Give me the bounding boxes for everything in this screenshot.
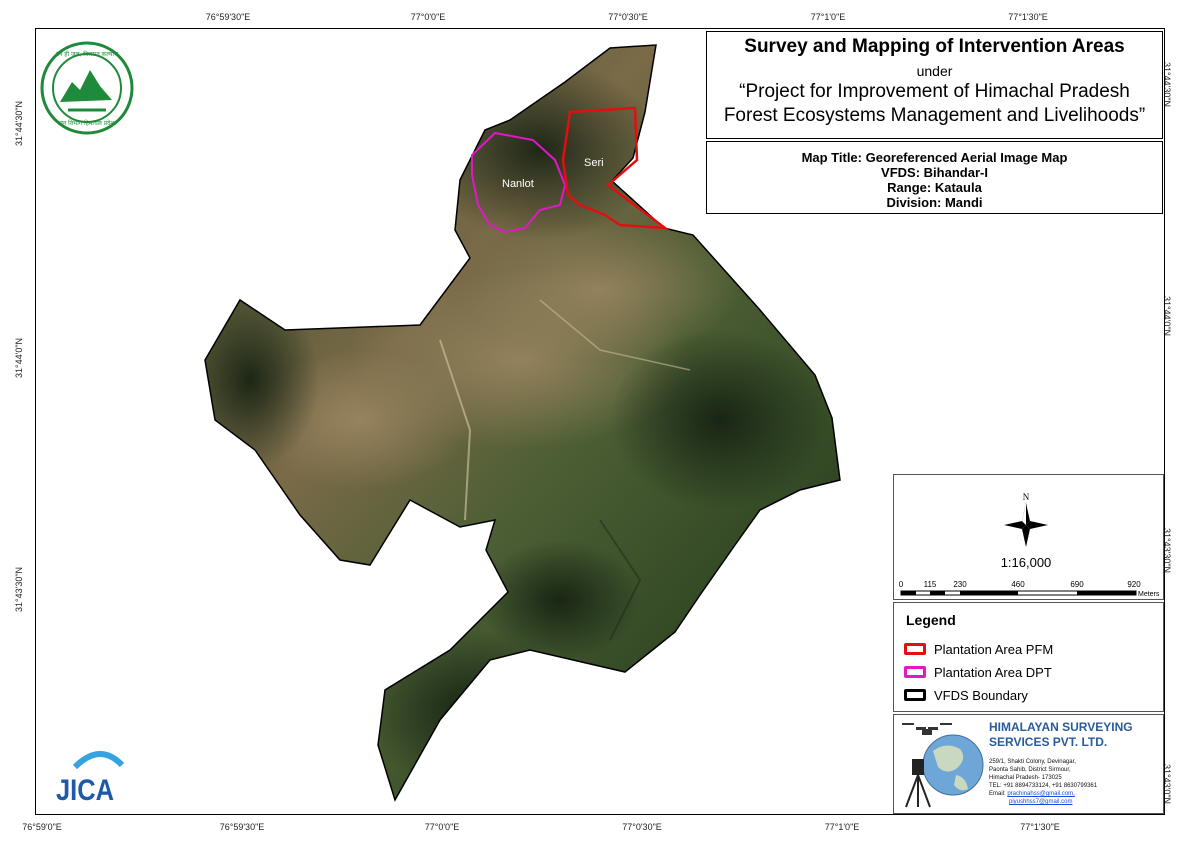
project-title-line2: Forest Ecosystems Management and Livelih…	[723, 105, 1146, 126]
north-arrow-icon	[1004, 503, 1048, 547]
legend-swatch-dpt	[904, 666, 926, 678]
scale-tick-label: 690	[1070, 580, 1084, 589]
address-line: 259/1, Shakti Colony, Devinagar,	[989, 759, 1076, 765]
email-label: Email:	[989, 791, 1008, 797]
legend-item-pfm: Plantation Area PFM	[904, 640, 1053, 658]
scale-tick-label: 115	[924, 580, 937, 589]
map-label-nanlot: Nanlot	[502, 178, 534, 190]
scale-tick-label: 230	[953, 580, 967, 589]
drone-icon	[902, 723, 952, 735]
email-link-2[interactable]: piyushhss7@gmail.com	[1009, 799, 1072, 805]
scale-box: N 1:16,000 0 115 230 460 690 920 Meters	[893, 474, 1164, 600]
title-under: under	[916, 63, 953, 79]
legend-label: Plantation Area PFM	[934, 641, 1054, 657]
map-info-box: Map Title: Georeferenced Aerial Image Ma…	[706, 141, 1163, 214]
scale-tick-label: 460	[1011, 580, 1025, 589]
scale-tick-label: 0	[899, 580, 904, 589]
jica-logo-text: JICA	[56, 774, 114, 807]
email-line: Email: prachinahss@gmail.com,	[989, 790, 1097, 798]
north-label: N	[1023, 492, 1030, 502]
project-title-line1: “Project for Improvement of Himachal Pra…	[739, 81, 1130, 102]
legend-swatch-pfm	[904, 643, 926, 655]
vfds-name: VFDS: Bihandar-I	[881, 165, 988, 180]
jica-logo: JICA	[56, 751, 125, 807]
company-logo	[902, 723, 984, 808]
forest-logo-text-top: वन ही जल, विरासत कल्याण	[56, 50, 119, 58]
company-box: HIMALAYAN SURVEYING SERVICES PVT. LTD. 2…	[893, 714, 1164, 814]
forest-department-logo: वन ही जल, विरासत कल्याण वन विभाग हिमाचल …	[40, 41, 134, 135]
legend-item-vfds: VFDS Boundary	[904, 686, 1028, 704]
division-name: Division: Mandi	[886, 195, 983, 210]
scale-unit: Meters	[1138, 591, 1160, 598]
company-name: HIMALAYAN SURVEYING SERVICES PVT. LTD.	[989, 720, 1133, 750]
range-name: Range: Kataula	[887, 180, 982, 195]
map-title: Map Title: Georeferenced Aerial Image Ma…	[801, 150, 1068, 165]
address-line: Himachal Pradesh- 173025	[989, 775, 1062, 781]
legend-label: Plantation Area DPT	[934, 664, 1052, 680]
legend-title: Legend	[906, 612, 956, 628]
legend-item-dpt: Plantation Area DPT	[904, 663, 1052, 681]
main-title: Survey and Mapping of Intervention Areas	[744, 36, 1125, 57]
globe-icon	[922, 734, 984, 796]
scale-ratio: 1:16,000	[1001, 555, 1052, 570]
legend-swatch-vfds	[904, 689, 926, 701]
scale-graphics: N 1:16,000 0 115 230 460 690 920 Meters	[899, 492, 1160, 598]
title-box: Survey and Mapping of Intervention Areas…	[706, 31, 1163, 139]
company-name-line1: HIMALAYAN SURVEYING	[989, 720, 1133, 734]
phone-line: TEL: +91 8894733124, +91 8630799361	[989, 783, 1098, 789]
forest-logo-text-bottom: वन विभाग हिमाचल प्रदेश	[60, 119, 116, 127]
legend-label: VFDS Boundary	[934, 687, 1028, 703]
scale-bar	[900, 590, 1137, 596]
map-label-seri: Seri	[584, 157, 604, 169]
email-link-1[interactable]: prachinahss@gmail.com,	[1007, 791, 1074, 797]
legend-box: Legend Plantation Area PFM Plantation Ar…	[893, 602, 1164, 712]
company-name-line2: SERVICES PVT. LTD.	[989, 735, 1108, 749]
address-line: Paonta Sahib, District Sirmour,	[989, 767, 1071, 773]
company-address: 259/1, Shakti Colony, Devinagar, Paonta …	[989, 758, 1097, 806]
scale-tick-label: 920	[1127, 580, 1141, 589]
